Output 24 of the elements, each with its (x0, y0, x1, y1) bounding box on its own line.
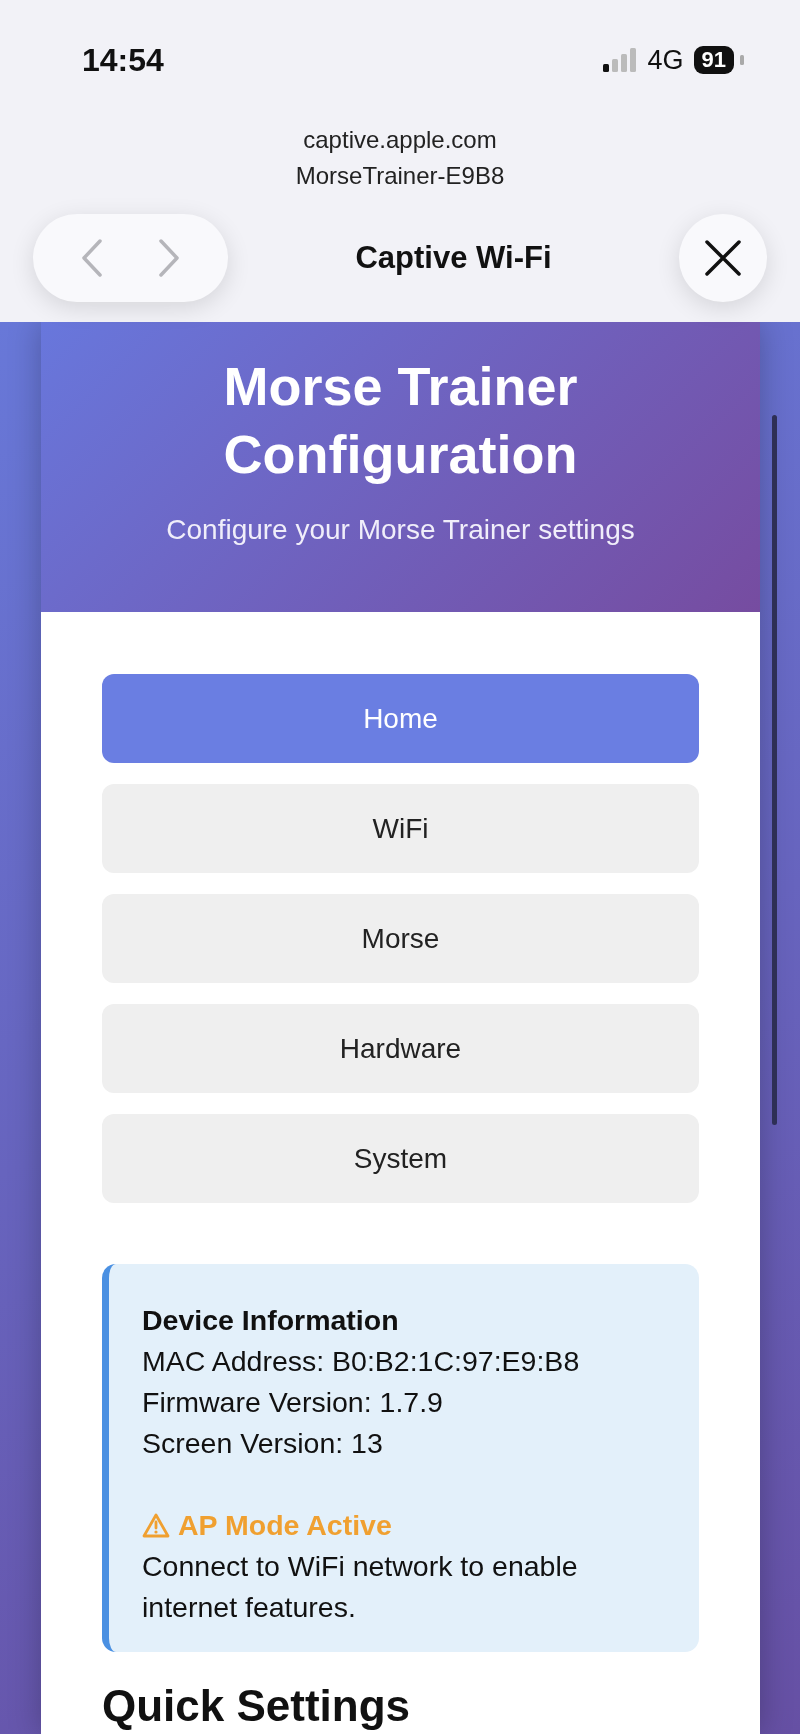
info-title: Device Information (142, 1303, 400, 1338)
window-title: Captive Wi-Fi (355, 240, 552, 276)
nav-tab[interactable]: Home (102, 674, 699, 763)
page-subtitle: Configure your Morse Trainer settings (165, 513, 636, 547)
warning-text: Connect to WiFi network to enable internet features. (142, 1549, 579, 1625)
info-line: MAC Address: B0:B2:1C:97:E9:B8 (142, 1344, 581, 1379)
warning-icon (142, 1513, 170, 1538)
page-title: Morse Trainer Configuration (222, 355, 579, 486)
signal-icon (603, 48, 638, 72)
page-host: captive.apple.com (303, 125, 497, 155)
info-line: Firmware Version: 1.7.9 (142, 1385, 444, 1420)
warning-title: AP Mode Active (178, 1508, 392, 1543)
info-line: Screen Version: 13 (142, 1426, 384, 1461)
network-type: 4G (647, 44, 684, 76)
section-heading: Quick Settings (102, 1684, 412, 1728)
nav-tab[interactable]: Hardware (102, 1004, 699, 1093)
nav-tab[interactable]: Morse (102, 894, 699, 983)
nav-tab[interactable]: System (102, 1114, 699, 1203)
battery-level: 91 (693, 46, 734, 74)
battery-tip-icon (740, 55, 744, 65)
status-time: 14:54 (82, 41, 164, 79)
nav-tab[interactable]: WiFi (102, 784, 699, 873)
network-name: MorseTrainer-E9B8 (295, 161, 505, 191)
close-icon[interactable] (705, 240, 741, 276)
